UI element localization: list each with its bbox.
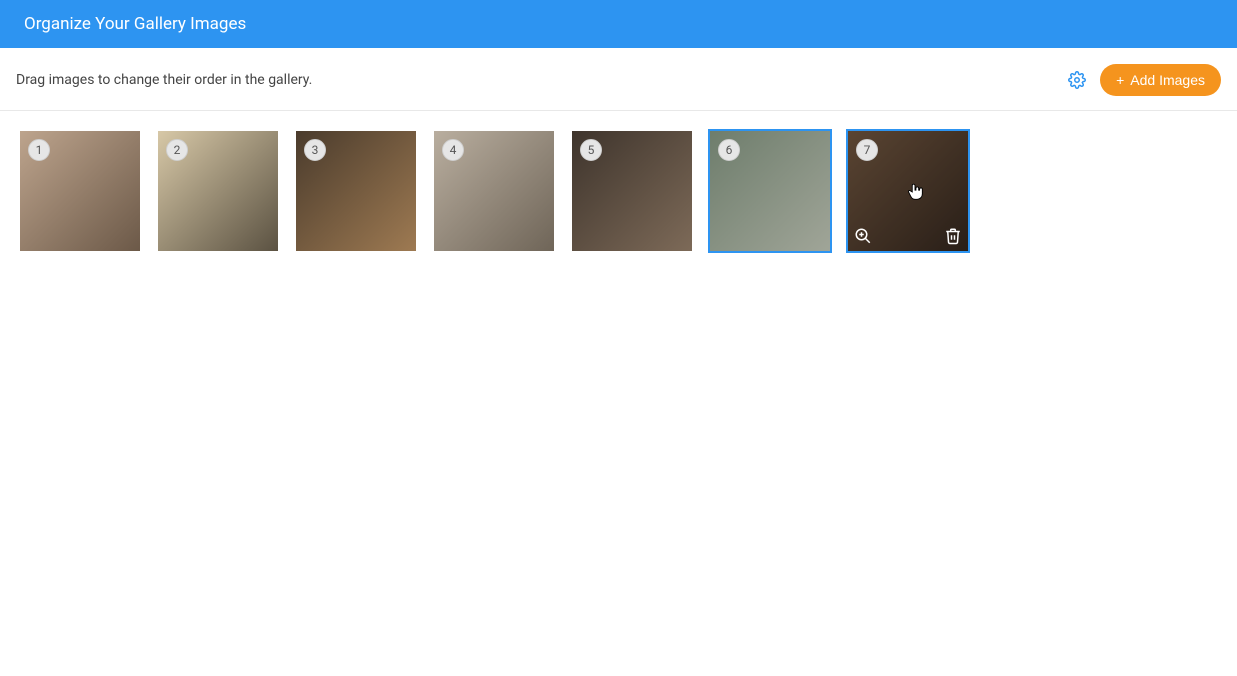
order-badge: 3 [304, 139, 326, 161]
plus-icon: + [1116, 73, 1124, 87]
gallery-thumb[interactable]: 5 [572, 131, 692, 251]
order-badge: 6 [718, 139, 740, 161]
toolbar-right: + Add Images [1068, 64, 1221, 96]
order-badge: 1 [28, 139, 50, 161]
add-images-label: Add Images [1130, 72, 1205, 88]
order-badge: 4 [442, 139, 464, 161]
gallery-grid: 1 2 3 4 5 6 7 [0, 111, 1237, 271]
toolbar: Drag images to change their order in the… [0, 48, 1237, 111]
cursor-pointer-icon [904, 181, 926, 203]
instruction-text: Drag images to change their order in the… [16, 72, 312, 88]
gallery-thumb-hovered[interactable]: 7 [848, 131, 968, 251]
gallery-thumb[interactable]: 1 [20, 131, 140, 251]
order-badge: 2 [166, 139, 188, 161]
order-badge: 7 [856, 139, 878, 161]
page-header: Organize Your Gallery Images [0, 0, 1237, 48]
add-images-button[interactable]: + Add Images [1100, 64, 1221, 96]
gallery-thumb-selected[interactable]: 6 [710, 131, 830, 251]
trash-icon[interactable] [944, 227, 962, 245]
zoom-in-icon[interactable] [854, 227, 872, 245]
gear-icon[interactable] [1068, 71, 1086, 89]
gallery-thumb[interactable]: 3 [296, 131, 416, 251]
gallery-thumb[interactable]: 2 [158, 131, 278, 251]
thumb-actions [854, 227, 962, 245]
page-title: Organize Your Gallery Images [24, 14, 246, 34]
gallery-thumb[interactable]: 4 [434, 131, 554, 251]
order-badge: 5 [580, 139, 602, 161]
